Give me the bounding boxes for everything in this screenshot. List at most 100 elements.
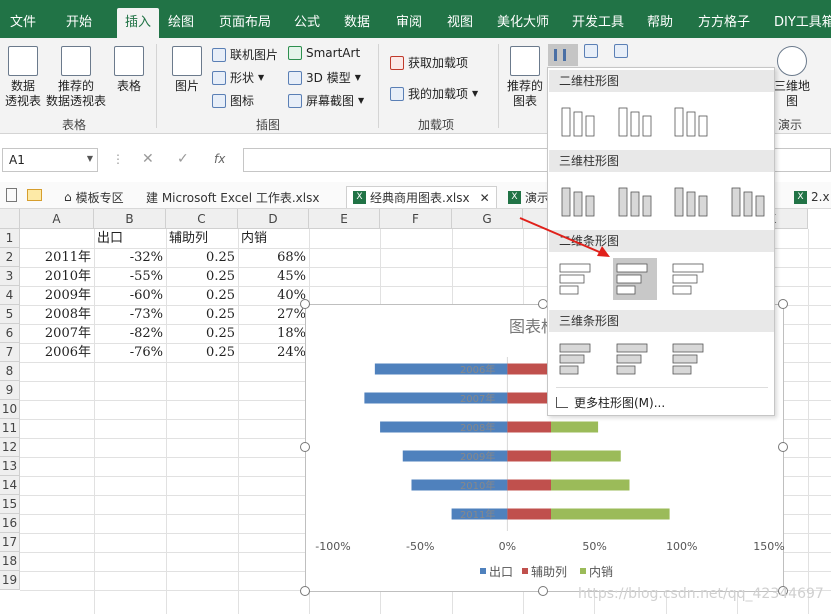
cell[interactable]: 2006年 <box>21 343 94 362</box>
row-header[interactable]: 19 <box>0 571 20 590</box>
folder-icon[interactable] <box>27 189 42 201</box>
menu-tab[interactable]: 公式 <box>294 0 320 38</box>
resize-handle[interactable] <box>300 299 310 309</box>
menu-tab[interactable]: 方方格子 <box>698 0 750 38</box>
menu-tab[interactable]: 开始 <box>66 0 92 38</box>
clustered-column-chart-icon[interactable] <box>556 178 600 220</box>
row-header[interactable]: 9 <box>0 381 20 400</box>
menu-tab[interactable]: 数据 <box>344 0 370 38</box>
row-header[interactable]: 18 <box>0 552 20 571</box>
hierarchy-chart-button[interactable] <box>584 44 608 66</box>
recommended-pivot-button[interactable]: 推荐的 数据透视表 <box>46 46 106 109</box>
pivot-table-button[interactable]: 数据 透视表 <box>4 46 42 109</box>
cell[interactable]: 2011年 <box>21 248 94 267</box>
cell[interactable]: 18% <box>239 324 309 343</box>
cell[interactable]: 0.25 <box>167 324 238 343</box>
cell[interactable]: 0.25 <box>167 286 238 305</box>
cell[interactable]: 45% <box>239 267 309 286</box>
column-chart-button[interactable] <box>548 44 578 66</box>
shapes-button[interactable]: 形状 ▼ <box>212 69 264 86</box>
row-header[interactable]: 14 <box>0 476 20 495</box>
column-header[interactable]: E <box>309 209 380 229</box>
my-addins-button[interactable]: 我的加载项 ▼ <box>390 85 478 102</box>
row-header[interactable]: 15 <box>0 495 20 514</box>
cell[interactable]: 2008年 <box>21 305 94 324</box>
close-icon[interactable]: ✕ <box>480 191 490 205</box>
row-header[interactable]: 8 <box>0 362 20 381</box>
waterfall-chart-button[interactable] <box>614 44 640 66</box>
cell[interactable]: 2007年 <box>21 324 94 343</box>
cell[interactable]: -76% <box>95 343 166 362</box>
menu-tab[interactable]: 视图 <box>447 0 473 38</box>
menu-tab[interactable]: 插入 <box>117 8 160 38</box>
column-header[interactable]: C <box>166 209 238 229</box>
row-header[interactable]: 10 <box>0 400 20 419</box>
row-header[interactable]: 11 <box>0 419 20 438</box>
menu-tab[interactable]: 审阅 <box>396 0 422 38</box>
column-header[interactable]: D <box>238 209 309 229</box>
cell[interactable]: 40% <box>239 286 309 305</box>
resize-handle[interactable] <box>778 442 788 452</box>
percent-stacked-bar-chart-icon[interactable] <box>669 258 713 300</box>
stacked-column-chart-icon[interactable] <box>613 98 657 140</box>
insert-function-button[interactable]: fx <box>214 152 225 166</box>
cell[interactable]: -32% <box>95 248 166 267</box>
menu-tab[interactable]: 文件 <box>10 0 36 38</box>
percent-stacked-column-chart-icon[interactable] <box>669 98 713 140</box>
cancel-icon[interactable]: ✕ <box>142 151 154 167</box>
name-box[interactable]: A1 ▼ <box>2 148 98 172</box>
row-header[interactable]: 6 <box>0 324 20 343</box>
percent-stacked-bar-chart-icon[interactable] <box>669 338 713 380</box>
workbook-tab[interactable]: 建 Microsoft Excel 工作表.xlsx <box>146 186 319 208</box>
screenshot-button[interactable]: 屏幕截图 ▼ <box>288 92 364 109</box>
cell[interactable]: 内销 <box>239 229 309 248</box>
model3d-button[interactable]: 3D 模型 ▼ <box>288 69 361 86</box>
column-header[interactable]: A <box>20 209 94 229</box>
cell[interactable]: -82% <box>95 324 166 343</box>
recommended-charts-button[interactable]: 推荐的 图表 <box>506 46 544 109</box>
cell[interactable]: 27% <box>239 305 309 324</box>
select-all-corner[interactable] <box>0 209 20 229</box>
cell[interactable]: 2009年 <box>21 286 94 305</box>
cell[interactable]: 0.25 <box>167 343 238 362</box>
cell[interactable]: 68% <box>239 248 309 267</box>
resize-handle[interactable] <box>300 586 310 596</box>
file-icon[interactable] <box>6 188 17 202</box>
menu-tab[interactable]: 绘图 <box>168 0 194 38</box>
menu-tab[interactable]: DIY工具箱 <box>774 0 831 38</box>
workbook-tab[interactable]: ⌂ 模板专区 <box>64 186 124 208</box>
row-header[interactable]: 2 <box>0 248 20 267</box>
percent-stacked-column-chart-icon[interactable] <box>669 178 713 220</box>
cell[interactable]: 0.25 <box>167 267 238 286</box>
menu-tab[interactable]: 页面布局 <box>219 0 271 38</box>
cell[interactable]: -55% <box>95 267 166 286</box>
smartart-button[interactable]: SmartArt <box>288 46 360 60</box>
stacked-column-chart-icon[interactable] <box>613 178 657 220</box>
row-header[interactable]: 17 <box>0 533 20 552</box>
cell[interactable]: 出口 <box>95 229 166 248</box>
row-header[interactable]: 12 <box>0 438 20 457</box>
get-addins-button[interactable]: 获取加载项 <box>390 54 468 71</box>
cell[interactable]: -73% <box>95 305 166 324</box>
menu-tab[interactable]: 美化大师 <box>497 0 549 38</box>
table-button[interactable]: 表格 <box>112 46 146 94</box>
resize-handle[interactable] <box>300 442 310 452</box>
more-column-charts-button[interactable]: 更多柱形图(M)... <box>556 394 665 411</box>
online-pictures-button[interactable]: 联机图片 <box>212 46 278 63</box>
menu-tab[interactable]: 开发工具 <box>572 0 624 38</box>
column-header[interactable]: B <box>94 209 166 229</box>
resize-handle[interactable] <box>538 586 548 596</box>
cell[interactable]: -60% <box>95 286 166 305</box>
row-header[interactable]: 13 <box>0 457 20 476</box>
clustered-bar-chart-icon[interactable] <box>556 338 600 380</box>
column-header[interactable]: G <box>452 209 523 229</box>
pictures-button[interactable]: 图片 <box>170 46 204 94</box>
workbook-tab[interactable]: X 演示 <box>508 186 549 208</box>
row-header[interactable]: 4 <box>0 286 20 305</box>
resize-handle[interactable] <box>778 299 788 309</box>
cell[interactable]: 辅助列 <box>167 229 238 248</box>
map3d-button[interactable]: 三维地 图 <box>772 46 812 109</box>
cell[interactable]: 0.25 <box>167 305 238 324</box>
row-header[interactable]: 5 <box>0 305 20 324</box>
enter-icon[interactable]: ✓ <box>177 151 189 167</box>
